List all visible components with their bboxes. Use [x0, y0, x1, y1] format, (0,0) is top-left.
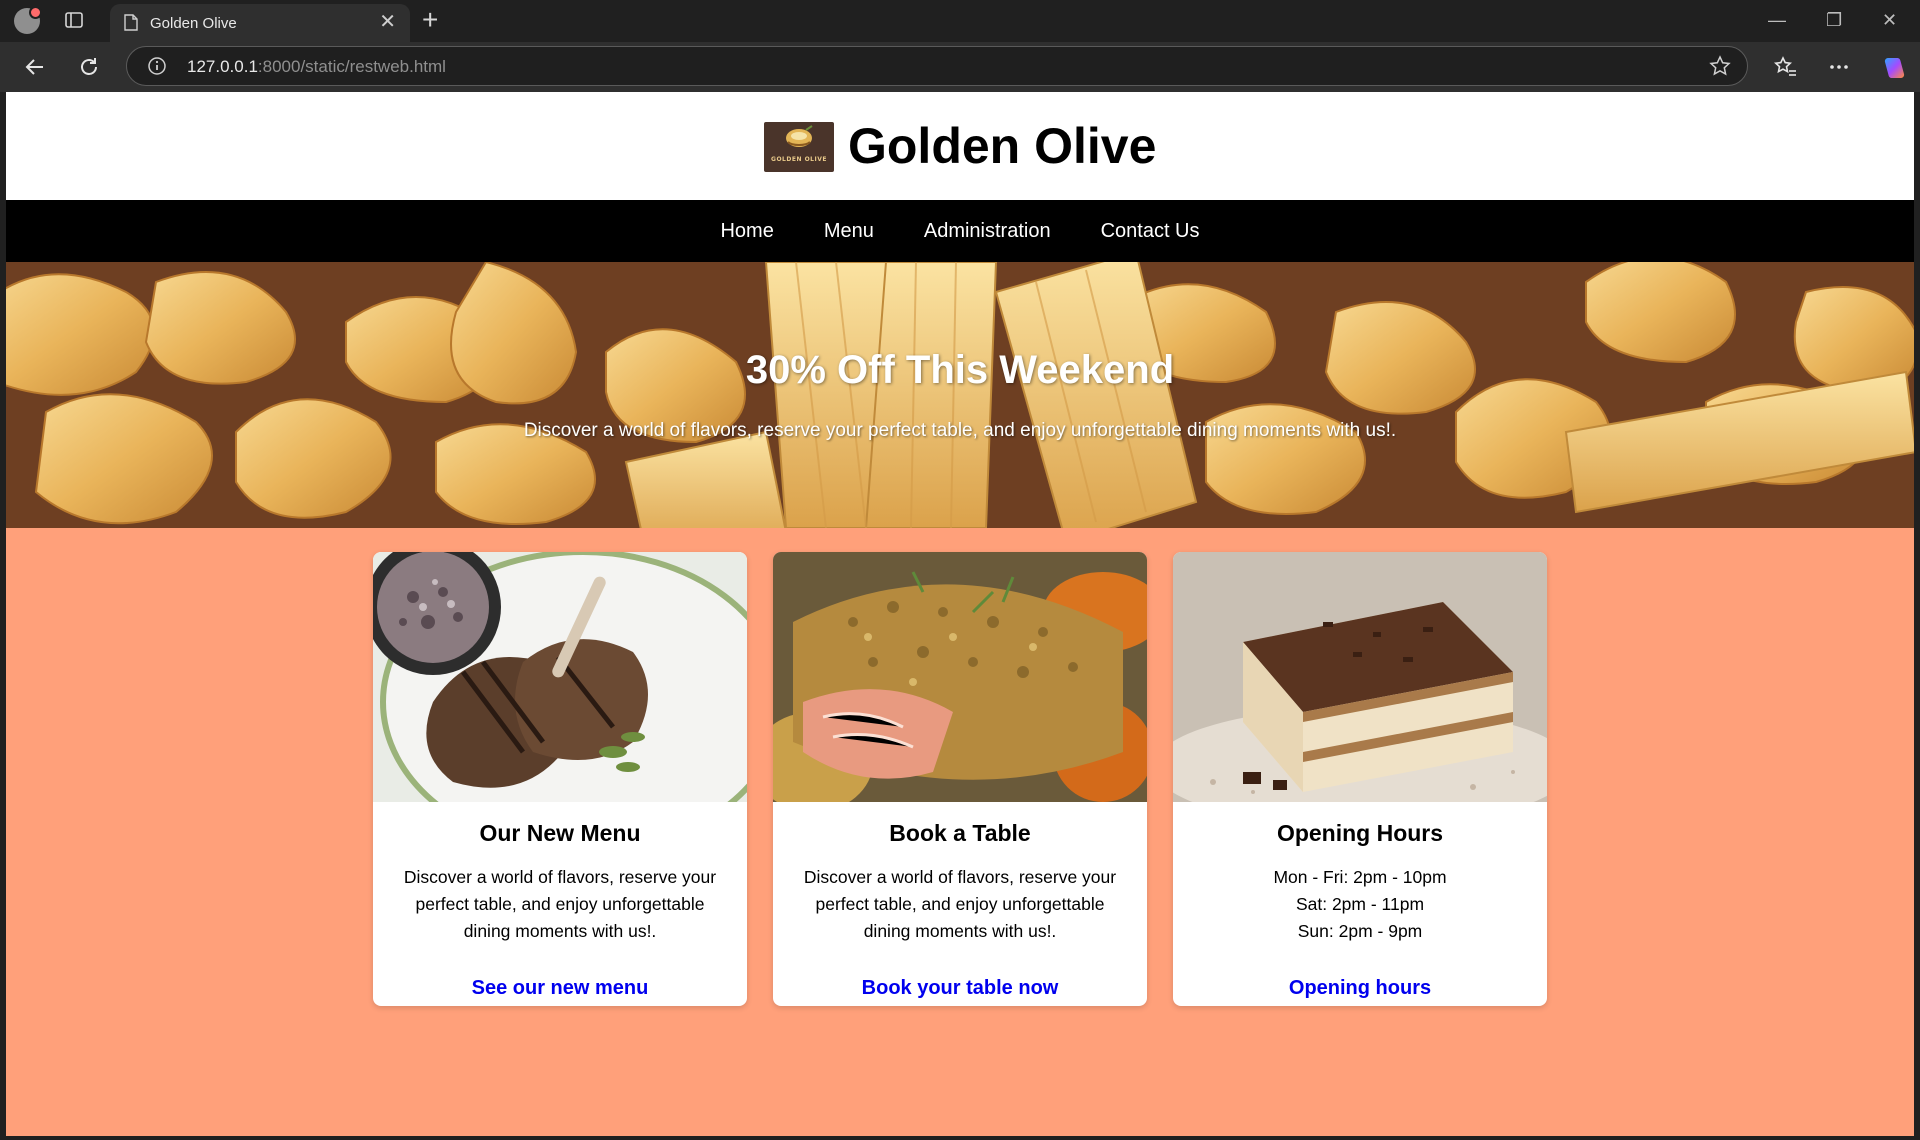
restore-icon[interactable]: ❐	[1826, 10, 1842, 30]
lamb-chops-image	[373, 552, 747, 802]
hours-saturday: Sat: 2pm - 11pm	[1295, 894, 1425, 914]
nav-home[interactable]: Home	[695, 200, 798, 262]
golden-olive-logo: GOLDEN OLIVE	[764, 122, 834, 172]
opening-hours-link[interactable]: Opening hours	[1173, 977, 1547, 1000]
address-bar[interactable]: 127.0.0.1:8000/static/restweb.html	[126, 46, 1748, 86]
book-table-link[interactable]: Book your table now	[773, 977, 1147, 1000]
page-viewport: GOLDEN OLIVE Golden Olive Home Menu Admi…	[6, 92, 1914, 1136]
hero-subtitle: Discover a world of flavors, reserve you…	[523, 420, 1397, 441]
url-text[interactable]: 127.0.0.1:8000/static/restweb.html	[187, 57, 446, 77]
site-info-icon[interactable]	[147, 56, 167, 76]
page-icon	[124, 14, 138, 31]
profile-avatar-icon[interactable]	[14, 6, 42, 34]
site-title: Golden Olive	[848, 118, 1157, 174]
card-description: Discover a world of flavors, reserve you…	[403, 867, 717, 941]
opening-hours-list: Mon - Fri: 2pm - 10pm Sat: 2pm - 11pm Su…	[1193, 864, 1527, 945]
tab-actions-icon[interactable]	[64, 10, 84, 30]
card-description: Discover a world of flavors, reserve you…	[803, 867, 1117, 941]
active-tab[interactable]: Golden Olive ✕	[110, 4, 410, 42]
main-navigation: Home Menu Administration Contact Us	[6, 200, 1914, 262]
browser-toolbar: 127.0.0.1:8000/static/restweb.html	[0, 42, 1920, 92]
crusted-salmon-image	[773, 552, 1147, 802]
minimize-icon[interactable]: —	[1768, 10, 1786, 30]
site-header: GOLDEN OLIVE Golden Olive	[6, 92, 1914, 200]
card-title: Opening Hours	[1276, 820, 1444, 846]
nav-contact-us[interactable]: Contact Us	[1076, 200, 1225, 262]
pasta-background-image	[6, 262, 1914, 528]
feature-cards: Our New Menu Discover a world of flavors…	[6, 552, 1914, 1012]
favorite-star-icon[interactable]	[1709, 55, 1731, 77]
favorites-icon[interactable]	[1772, 54, 1798, 80]
browser-window: Golden Olive ✕ + — ❐ ✕ 127.0.0.1:8000/st…	[0, 0, 1920, 1140]
back-icon[interactable]	[22, 54, 48, 80]
tiramisu-image	[1173, 552, 1547, 802]
see-new-menu-link[interactable]: See our new menu	[373, 977, 747, 1000]
nav-menu[interactable]: Menu	[799, 200, 899, 262]
card-book-a-table: Book a Table Discover a world of flavors…	[773, 552, 1147, 1006]
hours-weekday: Mon - Fri: 2pm - 10pm	[1273, 867, 1447, 887]
card-our-new-menu: Our New Menu Discover a world of flavors…	[373, 552, 747, 1006]
reload-icon[interactable]	[76, 54, 102, 80]
close-window-icon[interactable]: ✕	[1882, 10, 1897, 30]
card-opening-hours: Opening Hours Mon - Fri: 2pm - 10pm Sat:…	[1173, 552, 1547, 1006]
tab-close-icon[interactable]: ✕	[379, 12, 396, 32]
tab-strip: Golden Olive ✕ + — ❐ ✕	[0, 0, 1920, 42]
card-title: Our New Menu	[479, 820, 641, 846]
hero-title: 30% Off This Weekend	[745, 348, 1175, 392]
more-options-icon[interactable]	[1826, 54, 1852, 80]
tab-title: Golden Olive	[150, 15, 237, 32]
new-tab-icon[interactable]: +	[422, 6, 438, 34]
nav-administration[interactable]: Administration	[899, 200, 1076, 262]
copilot-icon[interactable]	[1880, 54, 1906, 80]
hero-banner: 30% Off This Weekend Discover a world of…	[6, 262, 1914, 528]
card-title: Book a Table	[889, 820, 1031, 846]
hours-sunday: Sun: 2pm - 9pm	[1297, 921, 1423, 941]
